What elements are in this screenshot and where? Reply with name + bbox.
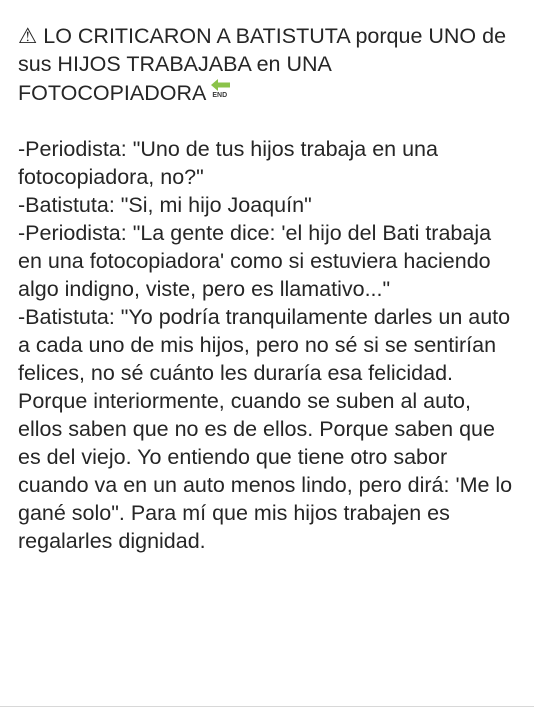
dialogue-line-4: -Batistuta: "Yo podría tranquilamente da… [18,305,511,385]
headline-text: ⚠ LO CRITICARON A BATISTUTA porque UNO d… [18,24,507,105]
dialogue-line-2: -Batistuta: "Si, mi hijo Joaquín" [18,193,312,217]
dialogue-line-1: -Periodista: "Uno de tus hijos trabaja e… [18,137,438,189]
dialogue-line-3: -Periodista: "La gente dice: 'el hijo de… [18,221,492,301]
divider [0,706,534,707]
end-label: END [212,92,228,99]
closing-paragraph: Porque interiormente, cuando se suben al… [18,389,513,553]
post-headline: ⚠ LO CRITICARON A BATISTUTA porque UNO d… [18,22,518,107]
end-arrow-emoji-icon: END [210,78,232,104]
post-content: ⚠ LO CRITICARON A BATISTUTA porque UNO d… [18,22,518,555]
